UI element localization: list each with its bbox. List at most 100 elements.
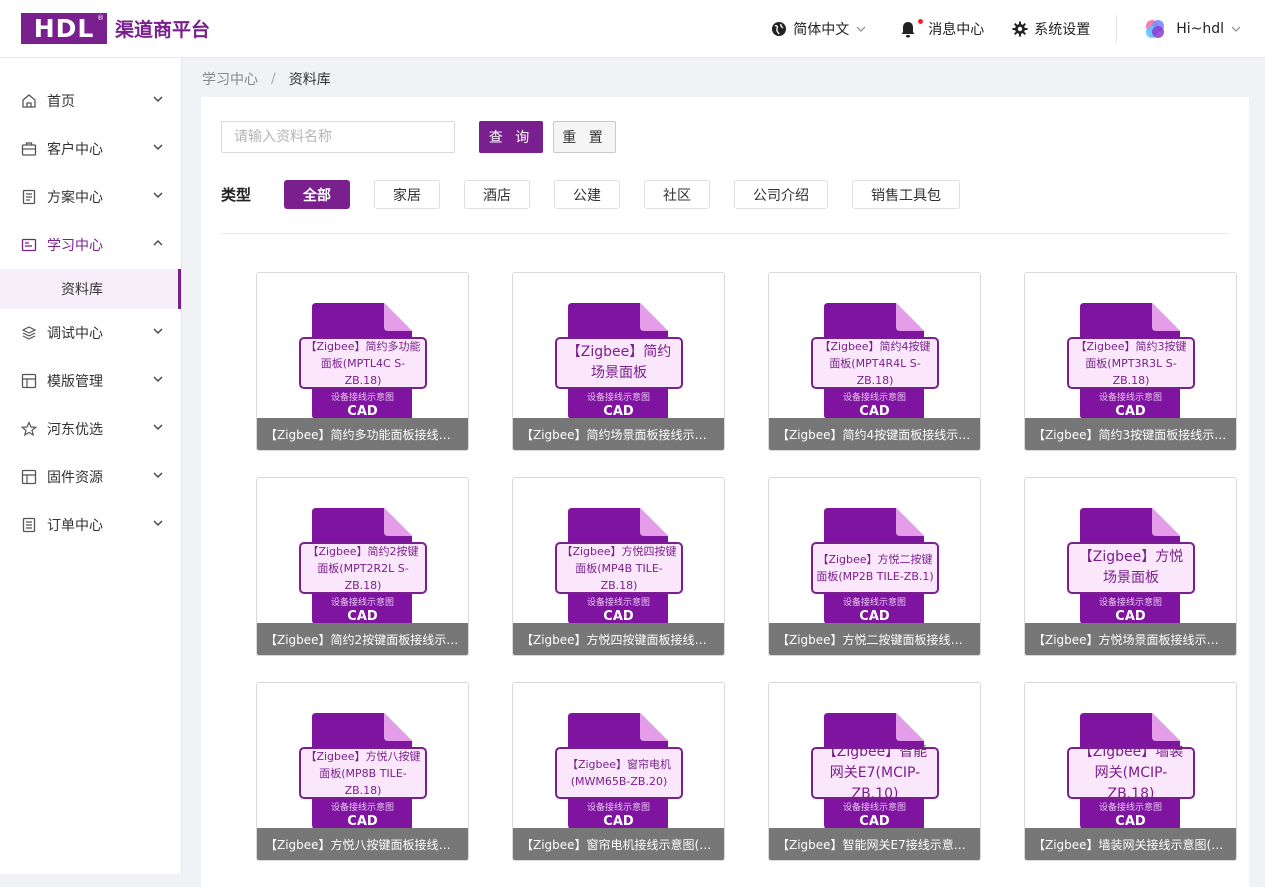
file-icon-subtitle: 设备接线示意图	[842, 598, 906, 608]
card-caption-text: 【Zigbee】窗帘电机接线示意图(M…	[521, 837, 716, 852]
message-center[interactable]: 消息中心	[900, 18, 985, 39]
file-icon-title: 【Zigbee】简约2按键面板(MPT2R2L S-ZB.18)	[299, 542, 427, 594]
username-label: Hi~hdl	[1176, 21, 1224, 37]
hdl-logo[interactable]: HDL ®	[21, 13, 107, 44]
card-caption-text: 【Zigbee】简约3按键面板接线示意…	[1033, 427, 1228, 442]
file-icon-title: 【Zigbee】窗帘电机(MWM65B-ZB.20)	[555, 747, 683, 799]
file-icon-title: 【Zigbee】简约3按键面板(MPT3R3L S-ZB.18)	[1067, 337, 1195, 389]
resource-card[interactable]: 【Zigbee】窗帘电机(MWM65B-ZB.20) 设备接线示意图 CAD 【Zig…	[512, 682, 725, 861]
document-icon	[21, 189, 37, 205]
sidebar: 首页 客户中心 方案中心 学习中心 资料库 调试中心 模版管理 河东优选 固件资…	[0, 58, 182, 874]
sidebar-item-label: 模版管理	[47, 374, 103, 390]
file-type-label: CAD	[347, 404, 378, 419]
sidebar-item-orders[interactable]: 订单中心	[0, 501, 181, 549]
card-caption-text: 【Zigbee】方悦场景面板接线示意图	[1033, 632, 1228, 647]
avatar	[1146, 20, 1165, 38]
search-input[interactable]	[221, 121, 455, 153]
chevron-down-icon	[153, 328, 163, 334]
card-thumbnail: 【Zigbee】智能网关E7(MCIP-ZB.10) 设备接线示意图 CAD	[769, 683, 980, 829]
card-caption: 【Zigbee】简约多功能面板接线示…	[257, 418, 468, 450]
file-icon-subtitle: 设备接线示意图	[586, 393, 650, 403]
sidebar-item-label: 方案中心	[47, 190, 103, 206]
file-icon-subtitle: 设备接线示意图	[330, 598, 394, 608]
sidebar-subitem-library[interactable]: 资料库	[0, 269, 181, 309]
resource-card[interactable]: 【Zigbee】方悦八按键面板(MP8B TILE-ZB.18) 设备接线示意图 C…	[256, 682, 469, 861]
breadcrumb-current: 资料库	[288, 72, 331, 88]
card-thumbnail: 【Zigbee】简约多功能面板(MPTL4C S-ZB.18) 设备接线示意图 CA…	[257, 273, 468, 419]
card-thumbnail: 【Zigbee】简约2按键面板(MPT2R2L S-ZB.18) 设备接线示意图 C…	[257, 478, 468, 624]
card-thumbnail: 【Zigbee】墙装网关(MCIP-ZB.18) 设备接线示意图 CAD	[1025, 683, 1236, 829]
chevron-down-icon	[1231, 26, 1241, 32]
chevron-down-icon	[153, 472, 163, 478]
card-caption: 【Zigbee】方悦二按键面板接线示…	[769, 623, 980, 655]
user-menu[interactable]: Hi~hdl	[1143, 17, 1247, 41]
file-icon-title: 【Zigbee】智能网关E7(MCIP-ZB.10)	[811, 744, 939, 802]
file-type-label: CAD	[603, 814, 634, 829]
sidebar-item-firmware[interactable]: 固件资源	[0, 453, 181, 501]
resource-card[interactable]: 【Zigbee】智能网关E7(MCIP-ZB.10) 设备接线示意图 CAD 【Zig…	[768, 682, 981, 861]
header-divider	[1116, 15, 1118, 43]
card-caption-text: 【Zigbee】墙装网关接线示意图(M…	[1033, 837, 1228, 852]
chevron-down-icon	[153, 424, 163, 430]
type-tag-home[interactable]: 家居	[374, 180, 441, 209]
card-thumbnail: 【Zigbee】方悦四按键面板(MP4B TILE-ZB.18) 设备接线示意图 C…	[513, 478, 724, 624]
query-button[interactable]: 查 询	[479, 121, 543, 153]
resource-card[interactable]: 【Zigbee】墙装网关(MCIP-ZB.18) 设备接线示意图 CAD 【Zigbe…	[1024, 682, 1237, 861]
gear-icon	[1012, 21, 1028, 37]
file-icon-title: 【Zigbee】方悦二按键面板(MP2B TILE-ZB.1)	[811, 542, 939, 594]
language-selector[interactable]: 简体中文	[771, 19, 872, 39]
card-caption: 【Zigbee】简约2按键面板接线示意…	[257, 623, 468, 655]
settings-label: 系统设置	[1034, 22, 1091, 38]
card-thumbnail: 【Zigbee】简约4按键面板(MPT4R4L S-ZB.18) 设备接线示意图 C…	[769, 273, 980, 419]
reset-button[interactable]: 重 置	[553, 121, 616, 153]
briefcase-icon	[21, 141, 37, 157]
file-icon-title: 【Zigbee】简约场景面板	[555, 337, 683, 389]
messages-label: 消息中心	[928, 22, 985, 38]
home-icon	[21, 93, 37, 109]
resource-card[interactable]: 【Zigbee】简约多功能面板(MPTL4C S-ZB.18) 设备接线示意图 CA…	[256, 272, 469, 451]
resource-card[interactable]: 【Zigbee】简约4按键面板(MPT4R4L S-ZB.18) 设备接线示意图 C…	[768, 272, 981, 451]
file-icon-title: 【Zigbee】方悦八按键面板(MP8B TILE-ZB.18)	[299, 747, 427, 799]
resource-card[interactable]: 【Zigbee】方悦场景面板 设备接线示意图 CAD 【Zigbee】方悦场景面板接线…	[1024, 477, 1237, 656]
type-tag-hotel[interactable]: 酒店	[464, 180, 531, 209]
card-caption: 【Zigbee】墙装网关接线示意图(M…	[1025, 828, 1236, 860]
file-icon-title: 【Zigbee】墙装网关(MCIP-ZB.18)	[1067, 744, 1195, 802]
type-filter-label: 类型	[221, 186, 252, 204]
card-thumbnail: 【Zigbee】简约场景面板 设备接线示意图 CAD	[513, 273, 724, 419]
sidebar-item-home[interactable]: 首页	[0, 77, 181, 125]
sidebar-item-debug[interactable]: 调试中心	[0, 309, 181, 357]
resource-card[interactable]: 【Zigbee】方悦四按键面板(MP4B TILE-ZB.18) 设备接线示意图 C…	[512, 477, 725, 656]
file-icon-subtitle: 设备接线示意图	[842, 393, 906, 403]
card-caption: 【Zigbee】智能网关E7接线示意图(…	[769, 828, 980, 860]
sidebar-item-solutions[interactable]: 方案中心	[0, 173, 181, 221]
resource-card[interactable]: 【Zigbee】简约2按键面板(MPT2R2L S-ZB.18) 设备接线示意图 C…	[256, 477, 469, 656]
resource-card[interactable]: 【Zigbee】简约3按键面板(MPT3R3L S-ZB.18) 设备接线示意图 C…	[1024, 272, 1237, 451]
sidebar-item-label: 客户中心	[47, 142, 103, 158]
card-caption-text: 【Zigbee】智能网关E7接线示意图(…	[777, 837, 972, 852]
card-thumbnail: 【Zigbee】窗帘电机(MWM65B-ZB.20) 设备接线示意图 CAD	[513, 683, 724, 829]
sidebar-item-customers[interactable]: 客户中心	[0, 125, 181, 173]
type-tag-public[interactable]: 公建	[554, 180, 621, 209]
sidebar-item-label: 固件资源	[47, 470, 103, 486]
resource-card[interactable]: 【Zigbee】简约场景面板 设备接线示意图 CAD 【Zigbee】简约场景面板接线…	[512, 272, 725, 451]
sidebar-item-templates[interactable]: 模版管理	[0, 357, 181, 405]
type-tag-sales-toolkit[interactable]: 销售工具包	[852, 180, 961, 209]
breadcrumb-parent[interactable]: 学习中心	[202, 69, 258, 89]
file-type-label: CAD	[859, 814, 890, 829]
sidebar-item-hdl-select[interactable]: 河东优选	[0, 405, 181, 453]
globe-icon	[772, 22, 787, 36]
type-tag-all[interactable]: 全部	[284, 180, 351, 209]
chevron-down-icon	[856, 26, 866, 32]
file-type-label: CAD	[1115, 609, 1146, 624]
book-icon	[21, 237, 37, 253]
type-tag-company-intro[interactable]: 公司介绍	[734, 180, 829, 209]
breadcrumb-separator: /	[271, 71, 276, 87]
card-caption-text: 【Zigbee】方悦二按键面板接线示…	[777, 632, 972, 647]
top-header: HDL ® 渠道商平台 简体中文 消息中心 系统设置 Hi~hdl	[0, 0, 1265, 58]
type-tag-community[interactable]: 社区	[644, 180, 711, 209]
system-settings[interactable]: 系统设置	[1012, 19, 1090, 39]
sidebar-item-label: 调试中心	[47, 326, 103, 342]
sidebar-item-learning[interactable]: 学习中心	[0, 221, 181, 269]
resource-card[interactable]: 【Zigbee】方悦二按键面板(MP2B TILE-ZB.1) 设备接线示意图 CA…	[768, 477, 981, 656]
card-caption-text: 【Zigbee】简约4按键面板接线示意…	[777, 427, 972, 442]
